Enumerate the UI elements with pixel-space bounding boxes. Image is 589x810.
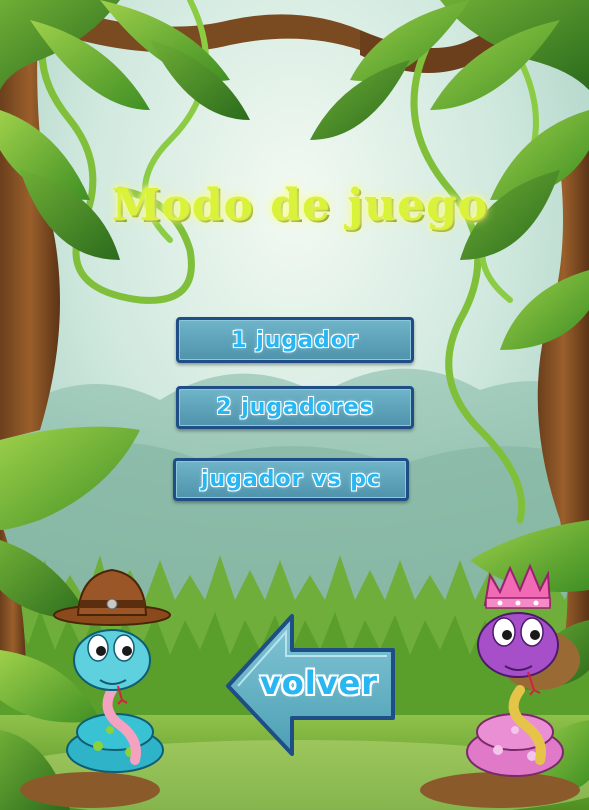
two-players-label: 2 Jugadores — [216, 395, 374, 420]
back-button[interactable] — [228, 614, 395, 756]
game-menu-screen: Modo de juego 1 Jugador 2 Jugadores Juga… — [0, 0, 589, 810]
two-players-button[interactable]: 2 Jugadores — [176, 386, 414, 429]
page-title: Modo de juego — [111, 180, 489, 231]
one-player-label: 1 Jugador — [231, 327, 359, 353]
one-player-button[interactable]: 1 Jugador — [176, 317, 414, 363]
player-vs-pc-button[interactable]: Jugador vs PC — [173, 458, 409, 501]
player-vs-pc-label: Jugador vs PC — [200, 467, 382, 492]
